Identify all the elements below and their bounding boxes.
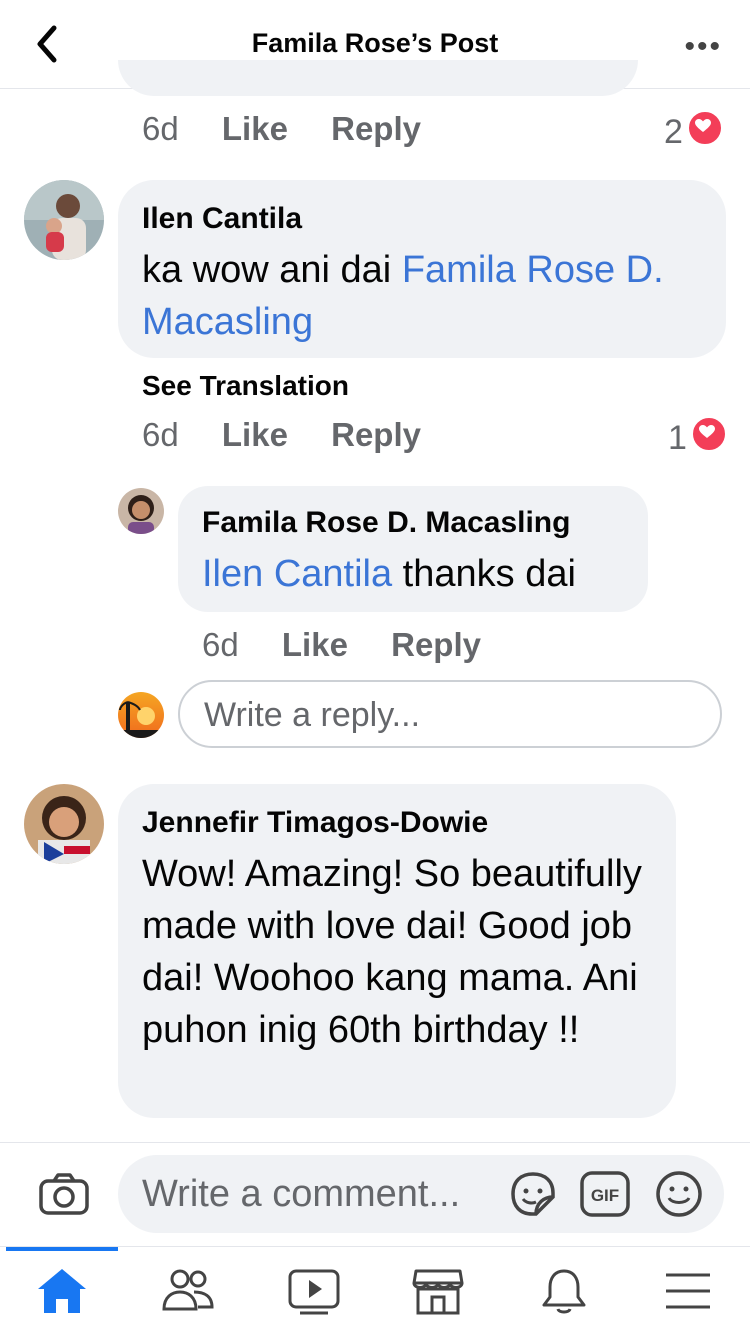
comment-text: Ilen Cantila thanks dai — [202, 553, 576, 595]
comment-composer: Write a comment... GIF — [0, 1142, 750, 1247]
comment-time: 6d — [142, 110, 179, 147]
reply-button[interactable]: Reply — [331, 110, 421, 147]
comment-text: ka wow ani dai Famila Rose D. Macasling — [142, 249, 664, 343]
my-avatar — [118, 692, 164, 738]
heart-reaction-icon — [686, 110, 723, 146]
heart-reaction-icon — [690, 416, 727, 452]
avatar[interactable] — [24, 180, 104, 260]
like-button[interactable]: Like — [222, 416, 288, 453]
sticker-icon[interactable] — [508, 1169, 558, 1219]
reaction-count[interactable]: 1 — [668, 416, 727, 458]
reply-bubble: Famila Rose D. Macasling Ilen Cantila th… — [178, 486, 648, 612]
previous-comment-bubble — [118, 60, 638, 96]
comment-author[interactable]: Jennefir Timagos-Dowie — [142, 806, 488, 840]
reply-input[interactable]: Write a reply... — [178, 680, 722, 748]
comment-text: Wow! Amazing! So beautifully made with l… — [142, 853, 642, 1051]
bell-icon — [542, 1269, 586, 1314]
svg-text:GIF: GIF — [591, 1186, 619, 1205]
mention-link[interactable]: Ilen Cantila — [202, 553, 392, 595]
tab-friends[interactable] — [160, 1265, 216, 1317]
menu-icon — [666, 1273, 710, 1309]
watch-icon — [288, 1269, 340, 1315]
tab-menu[interactable] — [660, 1265, 716, 1317]
reply-placeholder: Write a reply... — [204, 696, 421, 734]
comment-author[interactable]: Ilen Cantila — [142, 202, 302, 236]
bottom-tab-bar — [0, 1246, 750, 1335]
like-button[interactable]: Like — [222, 110, 288, 147]
reply-button[interactable]: Reply — [331, 416, 421, 453]
comment-placeholder: Write a comment... — [142, 1173, 461, 1215]
tab-watch[interactable] — [286, 1265, 342, 1317]
page-title: Famila Rose’s Post — [251, 28, 499, 58]
avatar[interactable] — [118, 488, 164, 534]
reaction-count[interactable]: 2 — [664, 110, 723, 152]
avatar[interactable] — [24, 784, 104, 864]
comment-actions: 6d Like Reply — [142, 110, 455, 148]
comment-author[interactable]: Famila Rose D. Macasling — [202, 506, 570, 540]
comment-actions: 6d Like Reply — [142, 416, 455, 454]
active-tab-indicator — [6, 1247, 118, 1251]
tab-marketplace[interactable] — [410, 1265, 466, 1317]
gif-icon[interactable]: GIF — [580, 1171, 630, 1217]
like-button[interactable]: Like — [282, 626, 348, 663]
home-icon — [38, 1269, 86, 1313]
emoji-icon[interactable] — [654, 1169, 704, 1219]
reply-button[interactable]: Reply — [391, 626, 481, 663]
marketplace-icon — [412, 1269, 464, 1315]
see-translation-link[interactable]: See Translation — [142, 370, 349, 402]
comment-bubble: Ilen Cantila ka wow ani dai Famila Rose … — [118, 180, 726, 358]
comment-time: 6d — [142, 416, 179, 453]
tab-home[interactable] — [34, 1265, 90, 1317]
more-dots-icon[interactable]: ••• — [684, 30, 722, 64]
comment-bubble: Jennefir Timagos-Dowie Wow! Amazing! So … — [118, 784, 676, 1118]
friends-icon — [162, 1269, 214, 1311]
camera-icon[interactable] — [38, 1171, 90, 1217]
comment-time: 6d — [202, 626, 239, 663]
comment-input[interactable]: Write a comment... GIF — [118, 1155, 724, 1233]
tab-notifications[interactable] — [536, 1265, 592, 1317]
comment-actions: 6d Like Reply — [202, 626, 515, 664]
